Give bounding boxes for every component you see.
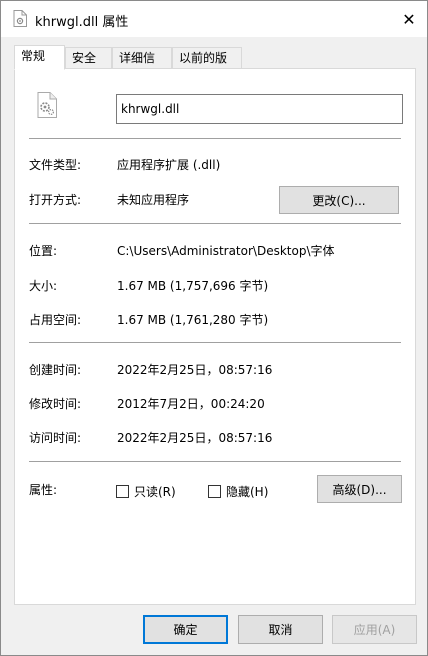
modified-value: 2012年7月2日，00:24:20 — [117, 397, 265, 411]
separator — [29, 138, 401, 139]
dll-file-icon — [13, 10, 27, 27]
apply-button[interactable]: 应用(A) — [332, 615, 417, 644]
size-value: 1.67 MB (1,757,696 字节) — [117, 279, 269, 293]
advanced-button[interactable]: 高级(D)... — [317, 475, 402, 503]
accessed-label: 访问时间: — [29, 431, 82, 445]
accessed-value: 2022年2月25日，08:57:16 — [117, 431, 273, 445]
tab-previous-versions[interactable]: 以前的版本 — [172, 47, 242, 85]
created-value: 2022年2月25日，08:57:16 — [117, 363, 273, 377]
size-on-disk-label: 占用空间: — [29, 313, 82, 327]
attributes-label: 属性: — [29, 483, 58, 497]
file-type-value: 应用程序扩展 (.dll) — [117, 158, 221, 172]
size-on-disk-value: 1.67 MB (1,761,280 字节) — [117, 313, 269, 327]
checkbox-box[interactable] — [116, 485, 129, 498]
cancel-button[interactable]: 取消 — [238, 615, 323, 644]
opens-with-label: 打开方式: — [29, 193, 82, 207]
file-name-input[interactable] — [116, 94, 403, 124]
close-icon: ✕ — [402, 9, 416, 29]
properties-dialog: khrwgl.dll 属性 ✕ 常规 安全 详细信息 以前的版本 文件类型: 应 — [0, 0, 428, 656]
hidden-label: 隐藏(H) — [226, 485, 269, 499]
title-bar: khrwgl.dll 属性 ✕ — [1, 1, 427, 37]
size-label: 大小: — [29, 279, 58, 293]
opens-with-value: 未知应用程序 — [117, 193, 190, 207]
readonly-label: 只读(R) — [134, 485, 176, 499]
tab-security[interactable]: 安全 — [65, 47, 112, 69]
file-type-label: 文件类型: — [29, 158, 82, 172]
ok-button[interactable]: 确定 — [143, 615, 228, 644]
close-button[interactable]: ✕ — [391, 1, 427, 37]
general-tab-panel: 文件类型: 应用程序扩展 (.dll) 打开方式: 未知应用程序 更改(C)..… — [14, 68, 416, 605]
checkbox-box[interactable] — [208, 485, 221, 498]
modified-label: 修改时间: — [29, 397, 82, 411]
tab-general[interactable]: 常规 — [14, 45, 65, 70]
change-button[interactable]: 更改(C)... — [279, 186, 399, 214]
window-title: khrwgl.dll 属性 — [35, 15, 129, 30]
readonly-checkbox[interactable]: 只读(R) — [116, 483, 176, 500]
tab-details[interactable]: 详细信息 — [112, 47, 172, 85]
dll-file-icon — [37, 92, 57, 118]
hidden-checkbox[interactable]: 隐藏(H) — [208, 483, 268, 500]
separator — [29, 342, 401, 343]
tab-strip: 常规 安全 详细信息 以前的版本 — [14, 45, 416, 85]
separator — [29, 223, 401, 224]
tab-label: 常规 — [21, 49, 46, 63]
created-label: 创建时间: — [29, 363, 82, 377]
tab-label: 安全 — [72, 51, 97, 65]
location-value: C:\Users\Administrator\Desktop\字体 — [117, 244, 335, 258]
location-label: 位置: — [29, 244, 58, 258]
separator — [29, 461, 401, 462]
